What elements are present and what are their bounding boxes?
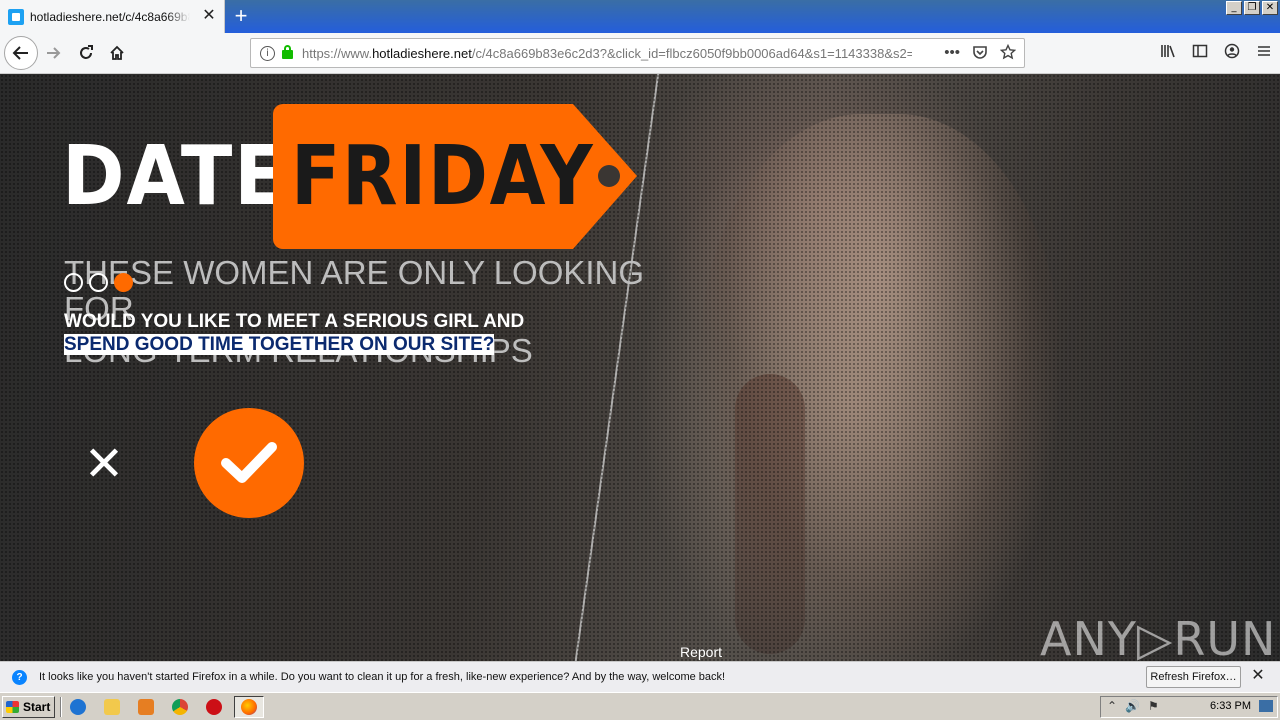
checkmark-icon [221, 442, 277, 483]
internet-explorer-icon[interactable] [70, 699, 86, 715]
yes-button[interactable] [194, 408, 304, 518]
question-part: WOULD YOU LIKE TO MEET A SERIOUS GIRL AN… [64, 311, 525, 332]
background-photo-braid [735, 374, 805, 654]
arrow-left-icon [12, 46, 28, 60]
notification-close-icon[interactable]: ✕ [1250, 667, 1266, 685]
browser-titlebar: hotladieshere.net/c/4c8a669b83e6c2d3?cli… [0, 0, 1280, 33]
notification-bar: ? It looks like you haven't started Fire… [0, 661, 1280, 692]
pocket-icon[interactable] [972, 44, 988, 64]
back-button[interactable] [4, 36, 38, 70]
restore-button[interactable]: ❐ [1244, 1, 1260, 15]
account-icon[interactable] [1224, 43, 1240, 63]
reload-button[interactable] [71, 38, 101, 68]
menu-icon[interactable] [1256, 43, 1272, 63]
arrow-right-icon [47, 47, 61, 59]
show-desktop-icon[interactable] [1259, 700, 1273, 712]
info-icon: ? [12, 670, 27, 685]
browser-tab[interactable]: hotladieshere.net/c/4c8a669b83e6c2d3?cli… [0, 0, 225, 33]
progress-dot [64, 273, 83, 292]
logo-word-friday: FRIDAY [291, 129, 595, 224]
notification-text: It looks like you haven't started Firefo… [39, 671, 726, 683]
tab-close-icon[interactable]: ✕ [202, 8, 216, 24]
site-info-icon[interactable]: i [260, 46, 275, 61]
address-bar[interactable]: i https://www.hotladieshere.net/c/4c8a66… [250, 38, 1025, 68]
question-selected-part: SPEND GOOD TIME TOGETHER ON OUR SITE? [64, 334, 495, 355]
question-text: WOULD YOU LIKE TO MEET A SERIOUS GIRL AN… [64, 310, 534, 356]
url-actions: ••• [944, 43, 1017, 64]
chrome-icon[interactable] [172, 699, 188, 715]
home-icon [110, 45, 124, 60]
progress-dot [89, 273, 108, 292]
forward-button[interactable] [39, 38, 69, 68]
screen: hotladieshere.net/c/4c8a669b83e6c2d3?cli… [0, 0, 1280, 720]
start-button[interactable]: Start [2, 696, 55, 718]
background-photo [700, 114, 1060, 654]
page-actions-icon[interactable]: ••• [944, 44, 960, 64]
minimize-button[interactable]: _ [1226, 1, 1242, 15]
url-domain: hotladieshere.net [372, 46, 472, 61]
browser-navbar: i https://www.hotladieshere.net/c/4c8a66… [0, 33, 1280, 74]
refresh-firefox-button[interactable]: Refresh Firefox… [1146, 666, 1241, 688]
folder-icon[interactable] [104, 699, 120, 715]
watermark-logo: ANY▷RUN [1040, 612, 1277, 661]
firefox-taskbar-button[interactable] [234, 696, 264, 718]
no-button[interactable]: ✕ [78, 436, 130, 492]
start-label: Start [23, 700, 51, 714]
new-tab-button[interactable]: + [229, 3, 253, 29]
progress-dot-active [114, 273, 133, 292]
media-player-icon[interactable] [138, 699, 154, 715]
site-favicon-icon [8, 8, 24, 25]
ad-page: DATE FRIDAY THESE WOMEN ARE ONLY LOOKING… [0, 74, 1280, 661]
logo-word-date: DATE [62, 129, 288, 224]
reload-icon [80, 45, 93, 59]
url-path: /c/4c8a669b83e6c2d3?&click_id=flbcz6050f… [471, 46, 912, 61]
bookmark-star-icon[interactable] [999, 43, 1017, 64]
library-icon[interactable] [1160, 43, 1176, 63]
home-button[interactable] [102, 38, 132, 68]
report-link[interactable]: Report [680, 644, 722, 660]
close-window-button[interactable]: ✕ [1262, 1, 1278, 15]
toolbar-icons [1160, 43, 1272, 63]
system-tray: ⌃🔊⚑ 6:33 PM [1100, 696, 1278, 718]
taskbar: Start ⌃🔊⚑ 6:33 PM [0, 692, 1280, 720]
windows-flag-icon [6, 701, 19, 713]
lock-icon[interactable] [282, 45, 293, 59]
window-controls: _ ❐ ✕ [1226, 1, 1278, 15]
tab-title: hotladieshere.net/c/4c8a669b83e6c2d3?cli… [30, 9, 190, 24]
url-prefix: https://www. [302, 46, 373, 61]
logo-price-tag: FRIDAY [273, 104, 637, 249]
sidebar-icon[interactable] [1192, 43, 1208, 63]
progress-dots [64, 273, 133, 292]
opera-icon[interactable] [206, 699, 222, 715]
clock[interactable]: 6:33 PM [1210, 700, 1251, 712]
taskbar-separator [60, 697, 62, 717]
tray-icons[interactable]: ⌃🔊⚑ [1107, 699, 1167, 713]
url-text[interactable]: https://www.hotladieshere.net/c/4c8a669b… [302, 46, 912, 61]
